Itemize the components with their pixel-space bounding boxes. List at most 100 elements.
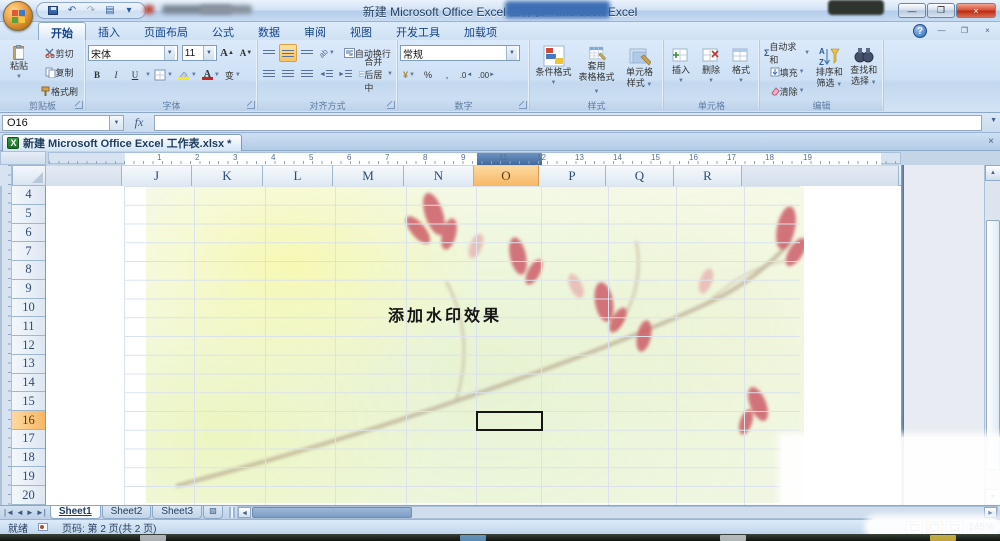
document-tab-close-icon[interactable]: ×	[988, 136, 994, 147]
row-header-5[interactable]: 5	[12, 204, 45, 224]
clipboard-dialog-launcher[interactable]	[75, 101, 83, 109]
taskbar-item[interactable]	[930, 535, 956, 541]
bottom-align-button[interactable]	[298, 44, 316, 62]
close-button[interactable]: ×	[956, 3, 996, 18]
font-color-button[interactable]: A ▼	[200, 66, 222, 84]
minimize-button[interactable]: —	[898, 3, 926, 18]
accounting-format-button[interactable]: ¥ ▼	[400, 66, 418, 84]
percent-style-button[interactable]: %	[419, 66, 437, 84]
increase-indent-button[interactable]: ►	[336, 65, 354, 83]
insert-function-button[interactable]: fx	[124, 115, 154, 130]
italic-button[interactable]: I	[107, 66, 125, 84]
sheet-tab-Sheet1[interactable]: Sheet1	[49, 505, 101, 519]
ribbon-tab-数据[interactable]: 数据	[246, 22, 292, 40]
horizontal-scroll-thumb[interactable]	[252, 507, 413, 518]
copy-button[interactable]: 复制	[38, 63, 80, 81]
column-header-K[interactable]: K	[192, 165, 263, 186]
insert-worksheet-button[interactable]: ▨	[203, 506, 224, 519]
fill-dropdown[interactable]: ▼	[799, 69, 805, 75]
prev-sheet-button[interactable]: ◄	[16, 508, 24, 517]
ribbon-tab-开始[interactable]: 开始	[38, 22, 86, 40]
ribbon-tab-视图[interactable]: 视图	[338, 22, 384, 40]
column-header-M[interactable]: M	[333, 165, 404, 186]
help-icon[interactable]: ?	[913, 24, 927, 38]
last-sheet-button[interactable]: ►|	[36, 508, 46, 517]
fill-button[interactable]: 填充 ▼	[762, 63, 812, 81]
fill-color-button[interactable]: ▼	[176, 66, 199, 84]
bold-button[interactable]: B	[88, 66, 106, 84]
accounting-dropdown[interactable]: ▼	[409, 72, 415, 78]
alignment-dialog-launcher[interactable]	[387, 101, 395, 109]
fill-color-dropdown[interactable]: ▼	[191, 72, 197, 78]
ribbon-tab-加载项[interactable]: 加载项	[452, 22, 509, 40]
workbook-restore-button[interactable]: ❐	[956, 25, 973, 38]
number-dialog-launcher[interactable]	[519, 101, 527, 109]
selected-cell-O16[interactable]	[476, 411, 543, 431]
merge-center-dropdown[interactable]: ▼	[387, 71, 393, 77]
row-header-18[interactable]: 18	[12, 448, 45, 468]
row-header-11[interactable]: 11	[12, 317, 45, 337]
decrease-decimal-button[interactable]: .00 ►	[476, 66, 497, 84]
row-header-13[interactable]: 13	[12, 354, 45, 374]
format-as-table-button[interactable]: 套用 表格格式 ▼	[575, 42, 618, 98]
paste-dropdown-arrow[interactable]: ▼	[16, 72, 22, 83]
paste-button[interactable]: 粘贴 ▼	[2, 42, 36, 98]
phonetic-dropdown[interactable]: ▼	[235, 72, 241, 78]
column-header-R[interactable]: R	[674, 165, 742, 186]
taskbar-item[interactable]	[460, 535, 486, 541]
font-size-dropdown[interactable]: ▼	[203, 46, 214, 60]
row-header-4[interactable]: 4	[12, 186, 45, 205]
tab-scrollbar-splitter[interactable]	[229, 507, 236, 518]
clear-dropdown[interactable]: ▼	[799, 88, 805, 94]
font-color-dropdown[interactable]: ▼	[214, 72, 220, 78]
row-header-6[interactable]: 6	[12, 223, 45, 243]
column-header-L[interactable]: L	[263, 165, 333, 186]
formula-input[interactable]	[154, 114, 982, 131]
ribbon-tab-开发工具[interactable]: 开发工具	[384, 22, 452, 40]
borders-button[interactable]: ▼	[152, 66, 175, 84]
row-header-17[interactable]: 17	[12, 429, 45, 449]
ribbon-tab-公式[interactable]: 公式	[200, 22, 246, 40]
next-sheet-button[interactable]: ►	[26, 508, 34, 517]
delete-cells-button[interactable]: 删除 ▼	[696, 42, 726, 98]
font-family-combo[interactable]: 宋体 ▼	[88, 45, 178, 61]
insert-cells-dropdown[interactable]: ▼	[678, 76, 684, 87]
vertical-scroll-thumb[interactable]	[986, 220, 1000, 470]
row-header-10[interactable]: 10	[12, 298, 45, 318]
font-family-dropdown[interactable]: ▼	[163, 46, 175, 60]
top-align-button[interactable]	[260, 44, 278, 62]
increase-decimal-button[interactable]: .0 ◄	[457, 66, 475, 84]
column-header-P[interactable]: P	[539, 165, 606, 186]
workbook-minimize-button[interactable]: —	[933, 25, 950, 38]
scroll-left-arrow[interactable]: ◄	[238, 507, 252, 518]
column-header-N[interactable]: N	[404, 165, 474, 186]
column-header-J[interactable]: J	[122, 165, 192, 186]
orientation-button[interactable]: ab ▼	[317, 44, 337, 62]
expand-formula-bar-button[interactable]: ▼	[990, 117, 997, 124]
scroll-right-arrow[interactable]: ►	[984, 507, 997, 518]
clear-button[interactable]: 清除 ▼	[762, 82, 812, 100]
format-cells-dropdown[interactable]: ▼	[738, 76, 744, 87]
row-header-16[interactable]: 16	[12, 411, 45, 430]
number-format-dropdown[interactable]: ▼	[506, 46, 517, 60]
row-header-12[interactable]: 12	[12, 336, 45, 355]
row-header-19[interactable]: 19	[12, 467, 45, 487]
scroll-up-arrow[interactable]: ▲	[985, 165, 1000, 181]
middle-align-button[interactable]	[279, 44, 297, 62]
underline-dropdown[interactable]: ▼	[145, 72, 151, 78]
align-center-button[interactable]	[279, 65, 297, 83]
sheet-tab-Sheet2[interactable]: Sheet2	[101, 505, 152, 519]
number-format-combo[interactable]: 常规 ▼	[400, 45, 520, 61]
ribbon-tab-审阅[interactable]: 审阅	[292, 22, 338, 40]
column-header-O[interactable]: O	[474, 165, 539, 186]
taskbar-item[interactable]	[720, 535, 746, 541]
select-all-button[interactable]	[12, 165, 46, 186]
sort-filter-button[interactable]: A Z 排序和 筛选 ▼	[812, 42, 846, 98]
align-right-button[interactable]	[298, 65, 316, 83]
sheet-tab-Sheet3[interactable]: Sheet3	[152, 505, 203, 519]
font-size-combo[interactable]: 11 ▼	[181, 45, 217, 61]
row-header-7[interactable]: 7	[12, 242, 45, 262]
comma-style-button[interactable]: ,	[438, 66, 456, 84]
ribbon-tab-页面布局[interactable]: 页面布局	[132, 22, 200, 40]
shrink-font-button[interactable]: A ▼	[237, 44, 255, 62]
